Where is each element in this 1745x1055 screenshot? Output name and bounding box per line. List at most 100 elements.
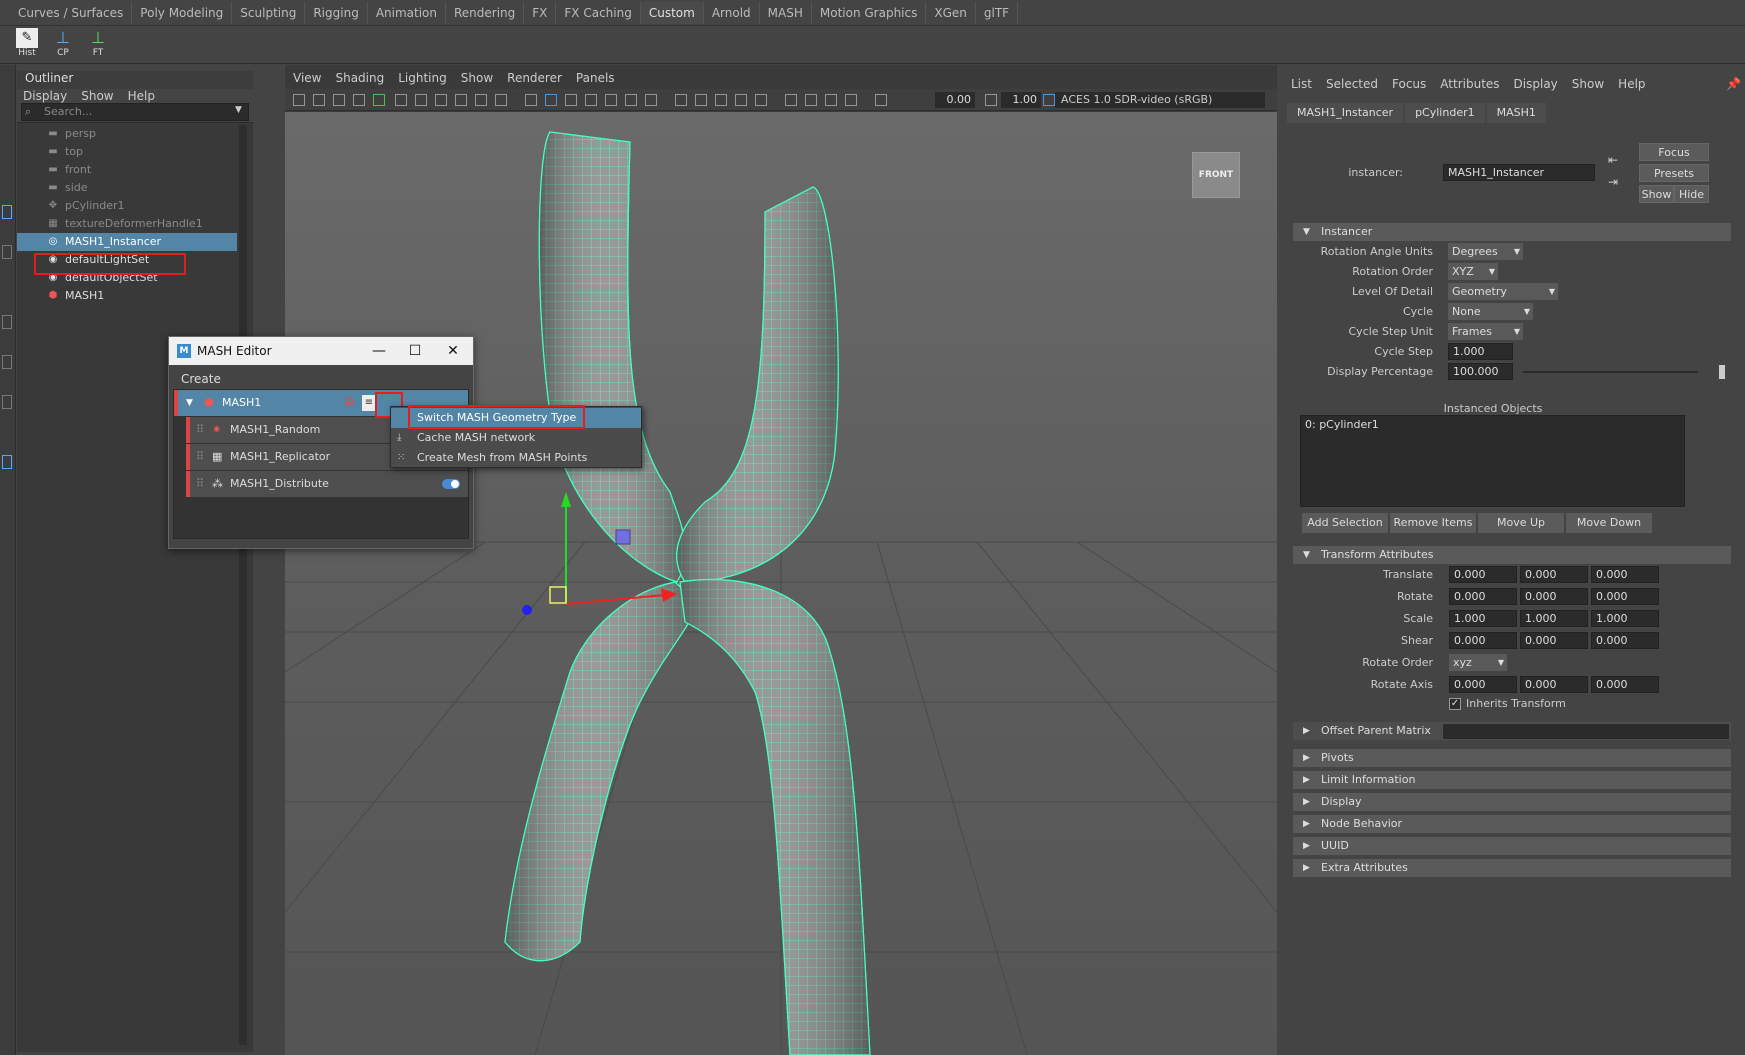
layout-icon[interactable] — [2, 455, 12, 469]
hide-button[interactable]: Hide — [1674, 185, 1709, 203]
shear-x-field[interactable]: 0.000 — [1449, 632, 1517, 649]
tab-pcylinder1[interactable]: pCylinder1 — [1405, 103, 1485, 123]
close-icon[interactable]: ✕ — [433, 337, 473, 365]
rotate-x-field[interactable]: 0.000 — [1449, 588, 1517, 605]
node-behavior-section-header[interactable]: ▶ Node Behavior — [1293, 815, 1731, 833]
drag-handle-icon[interactable]: ⠿ — [196, 444, 204, 470]
gamma-field[interactable]: 1.00 — [1001, 92, 1041, 108]
viewport-menu-view[interactable]: View — [293, 71, 321, 87]
field-chart-icon[interactable] — [475, 94, 487, 106]
gate-mask-icon[interactable] — [455, 94, 467, 106]
add-selection-button[interactable]: Add Selection — [1302, 513, 1388, 533]
view-cube[interactable]: FRONT — [1192, 152, 1240, 198]
load-input-icon[interactable]: ⇤ — [1608, 153, 1618, 167]
translate-x-field[interactable]: 0.000 — [1449, 566, 1517, 583]
isolate-select-icon[interactable] — [755, 94, 767, 106]
shelf-tab-rigging[interactable]: Rigging — [305, 1, 368, 24]
ae-menu-display[interactable]: Display — [1514, 77, 1558, 93]
scale-x-field[interactable]: 1.000 — [1449, 610, 1517, 627]
grid-icon[interactable] — [395, 94, 407, 106]
outliner-scrollbar[interactable] — [239, 125, 247, 1045]
ae-menu-attributes[interactable]: Attributes — [1440, 77, 1499, 93]
rotate-y-field[interactable]: 0.000 — [1520, 588, 1588, 605]
load-output-icon[interactable]: ⇥ — [1608, 175, 1618, 189]
presets-button[interactable]: Presets — [1639, 164, 1709, 182]
image-plane-icon[interactable] — [353, 94, 365, 106]
camera-attributes-icon[interactable] — [313, 94, 325, 106]
scale-z-field[interactable]: 1.000 — [1591, 610, 1659, 627]
film-gate-icon[interactable] — [415, 94, 427, 106]
collapse-icon[interactable]: ▼ — [186, 390, 193, 416]
outliner-item-persp[interactable]: ▬ persp — [17, 125, 237, 143]
rotate-z-field[interactable]: 0.000 — [1591, 588, 1659, 605]
select-tool-icon[interactable] — [2, 205, 12, 219]
shelf-tab-arnold[interactable]: Arnold — [704, 1, 760, 24]
ambient-occlusion-icon[interactable] — [675, 94, 687, 106]
viewport-menu-show[interactable]: Show — [461, 71, 493, 87]
limit-information-section-header[interactable]: ▶ Limit Information — [1293, 771, 1731, 789]
viewport-menu-renderer[interactable]: Renderer — [507, 71, 562, 87]
mash-node-row-distribute[interactable]: ⠿ ⁂ MASH1_Distribute — [186, 471, 468, 497]
outliner-item-default-object-set[interactable]: ◉ defaultObjectSet — [17, 269, 237, 287]
display-section-header[interactable]: ▶ Display — [1293, 793, 1731, 811]
shelf-tab-motion-graphics[interactable]: Motion Graphics — [812, 1, 927, 24]
rotation-angle-units-dropdown[interactable]: Degrees — [1448, 243, 1523, 260]
safe-action-icon[interactable] — [495, 94, 507, 106]
depth-of-field-icon[interactable] — [735, 94, 747, 106]
offset-parent-matrix-field[interactable] — [1443, 724, 1729, 739]
resolution-gate-icon[interactable] — [435, 94, 447, 106]
3d-viewport[interactable]: FRONT — [285, 112, 1277, 1055]
shadows-icon[interactable] — [645, 94, 657, 106]
color-management-icon[interactable] — [1043, 94, 1055, 106]
translate-z-field[interactable]: 0.000 — [1591, 566, 1659, 583]
shelf-tab-poly-modeling[interactable]: Poly Modeling — [132, 1, 233, 24]
inherits-transform-checkbox[interactable]: ✓ — [1449, 698, 1461, 710]
ae-menu-selected[interactable]: Selected — [1326, 77, 1378, 93]
ae-menu-list[interactable]: List — [1291, 77, 1312, 93]
smooth-shade-icon[interactable] — [545, 94, 557, 106]
gamma-icon[interactable] — [985, 94, 997, 106]
color-space-dropdown[interactable]: ACES 1.0 SDR-video (sRGB) — [1055, 92, 1265, 108]
outliner-search-input[interactable]: Search... — [21, 103, 249, 121]
scale-y-field[interactable]: 1.000 — [1520, 610, 1588, 627]
menu-item-create-mesh[interactable]: ⁙ Create Mesh from MASH Points — [391, 448, 641, 468]
tab-mash1-instancer[interactable]: MASH1_Instancer — [1287, 103, 1404, 123]
viewport-menu-panels[interactable]: Panels — [576, 71, 615, 87]
outliner-item-front[interactable]: ▬ front — [17, 161, 237, 179]
freeze-transform-icon[interactable]: ⊥ FT — [83, 28, 113, 60]
outliner-item-pcylinder1[interactable]: ✥ pCylinder1 — [17, 197, 237, 215]
translate-y-field[interactable]: 0.000 — [1520, 566, 1588, 583]
rotate-order-dropdown[interactable]: xyz — [1449, 654, 1507, 671]
history-icon[interactable]: ✎ Hist — [12, 28, 42, 60]
xray-joints-icon[interactable] — [805, 94, 817, 106]
shear-y-field[interactable]: 0.000 — [1520, 632, 1588, 649]
rotate-axis-x-field[interactable]: 0.000 — [1449, 676, 1517, 693]
slider-handle[interactable] — [1719, 365, 1725, 379]
default-material-icon[interactable] — [565, 94, 577, 106]
network-options-icon[interactable]: ≡ — [362, 395, 376, 411]
bookmark-icon[interactable] — [333, 94, 345, 106]
outliner-item-texture-deformer-handle[interactable]: ▦ textureDeformerHandle1 — [17, 215, 237, 233]
chevron-down-icon[interactable]: ▼ — [235, 105, 242, 115]
xray-icon[interactable] — [785, 94, 797, 106]
node-enable-toggle[interactable] — [442, 479, 460, 489]
instancer-name-field[interactable]: MASH1_Instancer — [1443, 164, 1595, 181]
cycle-step-field[interactable]: 1.000 — [1448, 343, 1513, 360]
anti-aliasing-icon[interactable] — [715, 94, 727, 106]
display-percentage-slider[interactable] — [1523, 371, 1698, 373]
rotate-tool-icon[interactable] — [2, 355, 12, 369]
menu-item-cache-network[interactable]: ⤓ Cache MASH network — [391, 428, 641, 448]
instancer-section-header[interactable]: ▼ Instancer — [1293, 223, 1731, 241]
camera-select-icon[interactable] — [293, 94, 305, 106]
rotate-axis-z-field[interactable]: 0.000 — [1591, 676, 1659, 693]
motion-blur-icon[interactable] — [695, 94, 707, 106]
remove-items-button[interactable]: Remove Items — [1390, 513, 1476, 533]
mash-editor-create-menu[interactable]: Create — [181, 372, 221, 386]
outliner-item-default-light-set[interactable]: ◉ defaultLightSet — [17, 251, 237, 269]
ae-menu-show[interactable]: Show — [1572, 77, 1604, 93]
maximize-icon[interactable]: ☐ — [395, 337, 435, 365]
show-button[interactable]: Show — [1639, 185, 1674, 203]
shelf-tab-animation[interactable]: Animation — [368, 1, 446, 24]
scale-tool-icon[interactable] — [2, 395, 12, 409]
xray-components-icon[interactable] — [825, 94, 837, 106]
